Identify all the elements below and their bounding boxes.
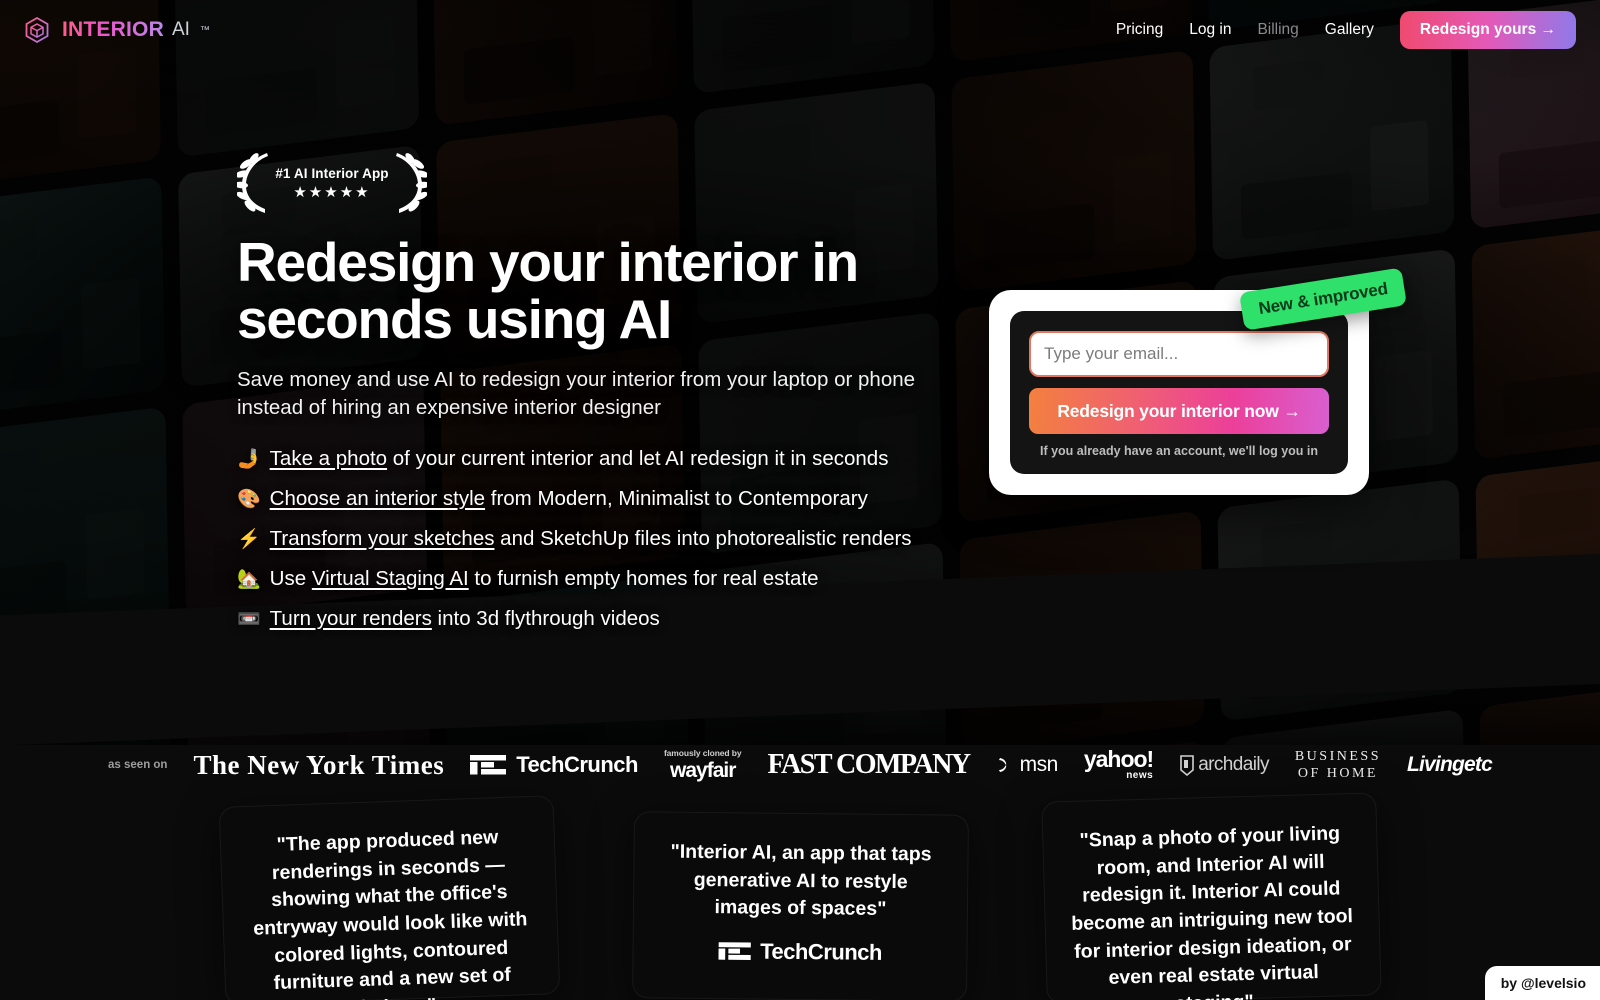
hero-feature-text: Transform your sketches and SketchUp fil… [270, 527, 912, 551]
award-badge: #1 AI Interior App ★★★★★ [237, 150, 427, 216]
hero-feature-item: 📼 Turn your renders into 3d flythrough vi… [237, 607, 1057, 631]
testimonial-cards: "The app produced new renderings in seco… [0, 792, 1600, 1000]
page-root: INTERIOR AI ™ Pricing Log in Billing Gal… [0, 0, 1600, 1000]
award-badge-stars: ★★★★★ [293, 183, 371, 201]
nav-link-billing[interactable]: Billing [1257, 21, 1298, 39]
hero-feature-prefix: Use [269, 566, 312, 590]
brand-suffix: AI [171, 19, 190, 40]
msn-butterfly-icon [998, 758, 1006, 772]
selfie-camera-icon: 🤳 [237, 448, 261, 470]
testimonial-card: "Interior AI, an app that taps generativ… [631, 811, 969, 1000]
redesign-now-submit-button[interactable]: Redesign your interior now → [1029, 388, 1329, 434]
hero-feature-link[interactable]: Turn your renders [270, 607, 432, 630]
techcrunch-mark-icon [470, 755, 507, 775]
award-badge-title: #1 AI Interior App [275, 165, 389, 181]
levelsio-attribution-badge[interactable]: by @levelsio [1484, 966, 1600, 1000]
hero-content: #1 AI Interior App ★★★★★ Redesign your i… [237, 150, 1057, 631]
nav-link-login[interactable]: Log in [1189, 21, 1231, 39]
hero-feature-link[interactable]: Virtual Staging AI [312, 567, 469, 590]
nav-link-pricing[interactable]: Pricing [1116, 21, 1163, 39]
hero-feature-text: Take a photo of your current interior an… [270, 447, 889, 471]
yahoo-wordmark: yahoo! [1083, 745, 1154, 772]
cube-logo-icon [25, 16, 49, 44]
hero-feature-item: 🏡 Use Virtual Staging AI to furnish empty… [237, 567, 1057, 591]
press-logos-bar: as seen on The New York Times TechCrunch… [0, 735, 1600, 795]
msn-wordmark: msn [1019, 753, 1059, 776]
nav-links: Pricing Log in Billing Gallery Redesign … [1116, 11, 1576, 49]
hero-feature-item: ⚡ Transform your sketches and SketchUp fi… [237, 527, 1057, 551]
hero-feature-rest: of your current interior and let AI rede… [387, 446, 889, 470]
hero-feature-link[interactable]: Choose an interior style [270, 487, 485, 510]
palette-icon: 🎨 [237, 488, 261, 510]
hero-subheadline: Save money and use AI to redesign your i… [237, 368, 916, 419]
nav-link-gallery[interactable]: Gallery [1325, 21, 1374, 39]
hero-feature-item: 🎨 Choose an interior style from Modern, M… [237, 487, 1057, 511]
hero-feature-item: 🤳 Take a photo of your current interior a… [237, 447, 1057, 471]
wayfair-sublabel: famously cloned by [663, 747, 742, 758]
archdaily-mark-icon [1180, 755, 1195, 776]
nyt-logo: The New York Times [193, 749, 445, 780]
hero-feature-text: Use Virtual Staging AI to furnish empty … [270, 567, 819, 591]
laurel-wreath-right-icon [396, 153, 427, 213]
techcrunch-wordmark: TechCrunch [516, 752, 638, 777]
interior-photo-tile [0, 176, 166, 420]
hero-feature-rest: from Modern, Minimalist to Contemporary [485, 486, 868, 510]
testimonial-source-name: TechCrunch [759, 938, 882, 965]
brand-trademark: ™ [199, 24, 210, 36]
techcrunch-mark-icon [717, 942, 750, 961]
wayfair-wordmark: wayfair [670, 758, 736, 782]
fast-company-logo: FAST COMPANY [767, 749, 972, 780]
house-with-garden-icon: 🏡 [237, 568, 261, 590]
page-title: Redesign your interior in seconds using … [237, 231, 859, 351]
yahoo-news-logo: yahoo! news [1083, 745, 1154, 782]
testimonial-card: "The app produced new renderings in seco… [218, 795, 560, 1000]
hero-feature-link[interactable]: Transform your sketches [270, 527, 495, 550]
archdaily-wordmark: archdaily [1198, 754, 1269, 775]
archdaily-logo: archdaily [1179, 754, 1269, 776]
hero-feature-text: Choose an interior style from Modern, Mi… [270, 487, 868, 511]
top-navigation-bar: INTERIOR AI ™ Pricing Log in Billing Gal… [0, 0, 1600, 60]
wayfair-logo: famously cloned by wayfair [664, 748, 742, 783]
testimonial-quote: "The app produced new renderings in seco… [252, 826, 528, 1000]
videocassette-icon: 📼 [237, 608, 261, 630]
as-seen-on-label: as seen on [108, 759, 168, 771]
brand-name: INTERIOR [62, 18, 164, 41]
hero-feature-rest: into 3d flythrough videos [431, 606, 660, 630]
interior-photo-tile [0, 406, 170, 650]
signup-note: If you already have an account, we'll lo… [1039, 444, 1319, 458]
testimonial-quote: "Snap a photo of your living room, and I… [1070, 822, 1353, 1000]
hero-feature-rest: to furnish empty homes for real estate [468, 566, 819, 590]
hero-feature-link[interactable]: Take a photo [270, 447, 387, 470]
interior-photo-tile [1217, 478, 1462, 722]
interior-photo-tile [1471, 216, 1600, 460]
testimonial-quote: "Interior AI, an app that taps generativ… [669, 840, 932, 921]
yahoo-news-sublabel: news [1126, 770, 1154, 782]
testimonial-card: "Snap a photo of your living room, and I… [1040, 792, 1382, 1000]
signup-card: New & improved Redesign your interior no… [989, 267, 1407, 495]
hero-feature-rest: and SketchUp files into photorealistic r… [494, 526, 912, 550]
techcrunch-logo: TechCrunch [470, 752, 638, 778]
interior-photo-tile [1475, 447, 1600, 690]
msn-logo: msn [996, 753, 1058, 777]
laurel-wreath-left-icon [237, 153, 268, 213]
hero-feature-list: 🤳 Take a photo of your current interior a… [237, 447, 1057, 631]
nav-redesign-yours-button[interactable]: Redesign yours → [1399, 11, 1576, 49]
testimonial-source: TechCrunch [657, 938, 942, 967]
livingetc-logo: Livingetc [1406, 753, 1493, 776]
business-of-home-logo: BUSINESS OF HOME [1294, 748, 1381, 782]
interior-photo-tile [0, 636, 174, 745]
hero-feature-text: Turn your renders into 3d flythrough vid… [270, 607, 660, 631]
lightning-bolt-icon: ⚡ [237, 528, 261, 550]
brand-logo[interactable]: INTERIOR AI ™ [22, 15, 210, 45]
email-input[interactable] [1029, 331, 1329, 377]
